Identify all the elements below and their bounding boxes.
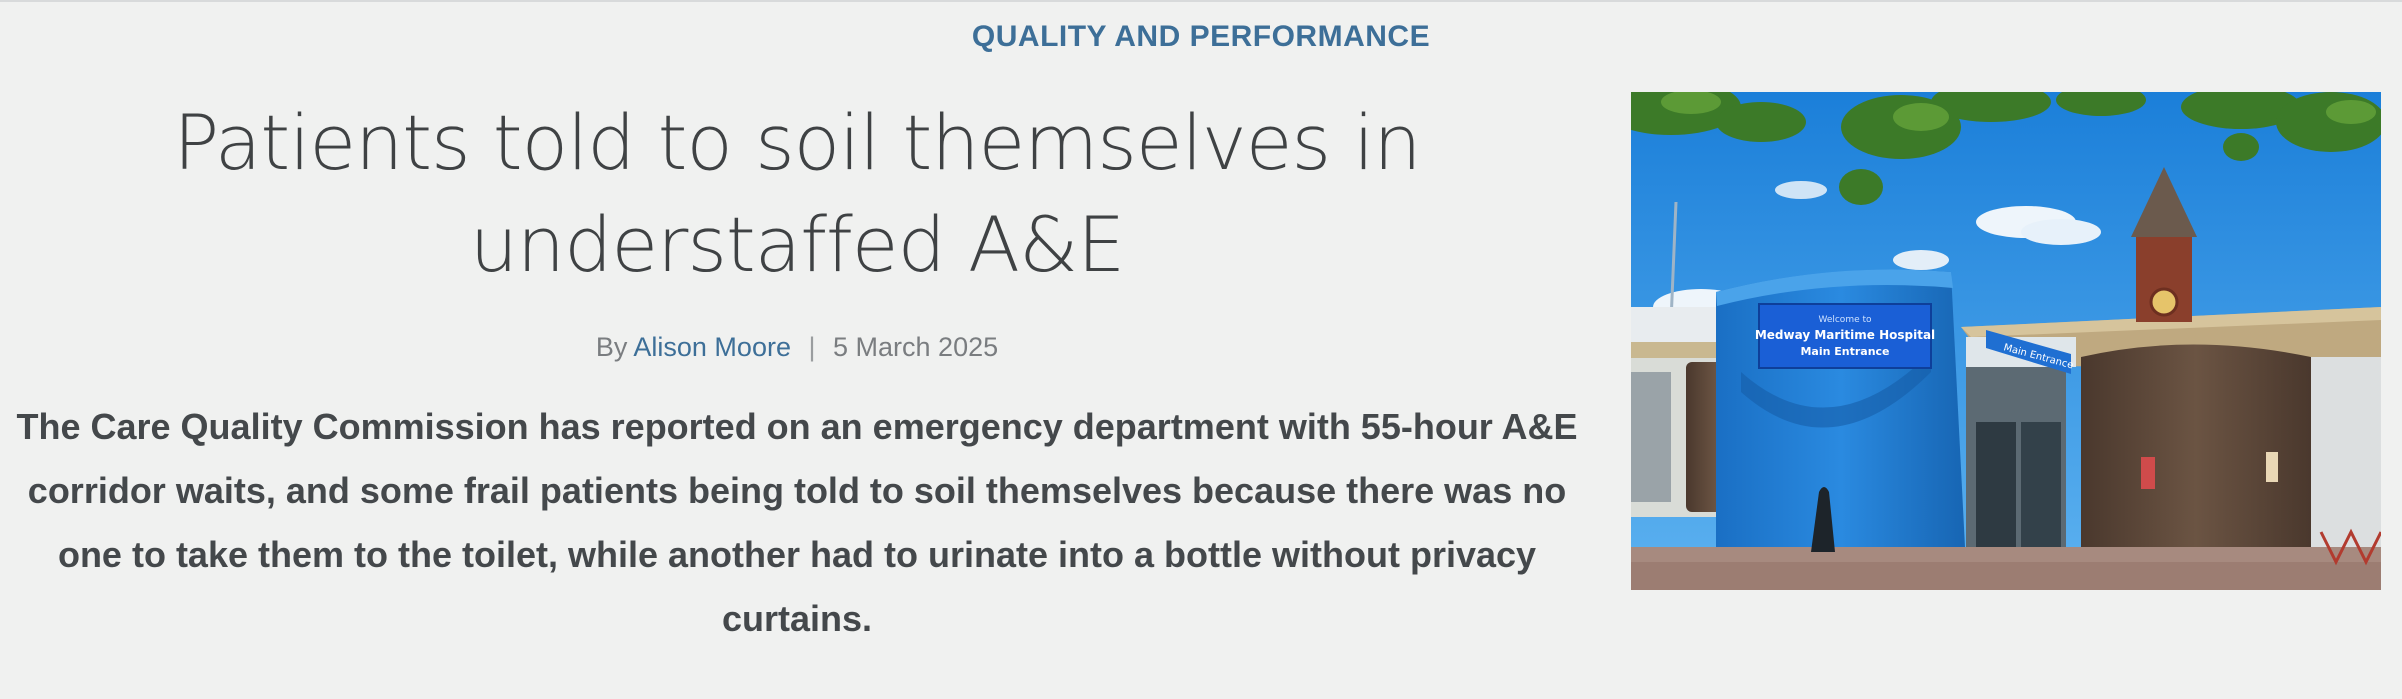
sign-line2: Medway Maritime Hospital [1755, 328, 1935, 342]
cloud [1775, 181, 1827, 199]
sign-line1: Welcome to [1818, 315, 1872, 325]
clock-icon [2149, 287, 2179, 317]
pavement-shade [1631, 562, 2381, 590]
left-window [1631, 372, 1671, 502]
article-standfirst: The Care Quality Commission has reported… [16, 406, 1578, 639]
right-wall [2311, 357, 2381, 562]
byline: By Alison Moore | 5 March 2025 [0, 332, 1594, 363]
article-header: Patients told to soil themselves in unde… [0, 92, 1594, 651]
publish-date: 5 March 2025 [833, 332, 999, 362]
hospital-entrance-illustration: Main Entrance Welcome to Medway Maritime… [1631, 92, 2381, 590]
article-headline: Patients told to soil themselves in unde… [173, 98, 1421, 289]
author-link[interactable]: Alison Moore [633, 332, 791, 362]
entrance-door [2021, 422, 2061, 547]
sign-line3: Main Entrance [1800, 345, 1889, 358]
article-category[interactable]: QUALITY AND PERFORMANCE [0, 20, 2402, 54]
notice-poster [2141, 457, 2155, 489]
cloud [1893, 250, 1949, 270]
notice-poster [2266, 452, 2278, 482]
byline-separator: | [808, 332, 816, 362]
byline-prefix: By [595, 332, 628, 362]
cloud [2021, 219, 2101, 245]
top-border [0, 0, 2402, 2]
category-link[interactable]: QUALITY AND PERFORMANCE [972, 20, 1430, 53]
article-photo: Main Entrance Welcome to Medway Maritime… [1631, 92, 2381, 590]
entrance-door [1976, 422, 2016, 547]
